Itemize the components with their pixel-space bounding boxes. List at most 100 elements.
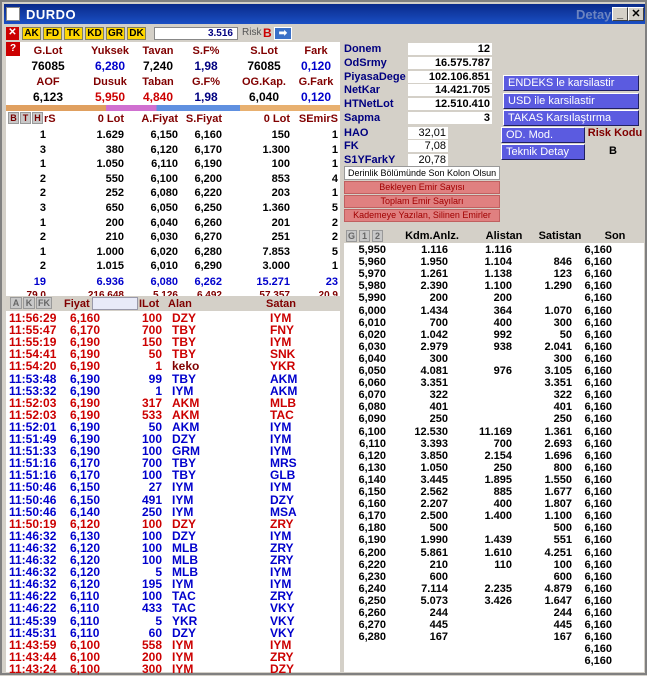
endeks-compare-button[interactable]: ENDEKS le karsilastir bbox=[503, 75, 639, 91]
analysis-cell: 2.500 bbox=[420, 510, 448, 523]
depth-cell: 1.015 bbox=[96, 260, 124, 273]
usd-compare-button[interactable]: USD ile karsilastir bbox=[503, 93, 639, 109]
analysis-cell: 1.400 bbox=[484, 510, 512, 523]
red-button-1[interactable]: Toplam Emir Sayıları bbox=[344, 195, 500, 208]
red-button-0[interactable]: Bekleyen Emir Sayısı bbox=[344, 181, 500, 194]
trades-tab-fk[interactable]: FK bbox=[36, 297, 52, 309]
window-title: DURDO bbox=[26, 7, 77, 22]
arrow-right-icon[interactable]: ➡ bbox=[274, 27, 292, 40]
analysis-cell: 6,010 bbox=[358, 316, 386, 329]
trade-row: 11:43:59 6,100 558 IYM IYM bbox=[6, 639, 340, 651]
trade-row: 11:54:20 6,190 1 keko YKR bbox=[6, 360, 340, 372]
depth-cell: 210 bbox=[105, 231, 124, 244]
tab-kd[interactable]: KD bbox=[85, 27, 104, 40]
tab-tk[interactable]: TK bbox=[64, 27, 83, 40]
close-icon[interactable]: ✕ bbox=[628, 7, 644, 21]
trade-lot: 27 bbox=[148, 480, 162, 495]
tab-ak[interactable]: AK bbox=[22, 27, 41, 40]
trade-buyer: AKM bbox=[172, 407, 200, 422]
analysis-cell: 250 bbox=[429, 413, 448, 426]
trade-price: 6,100 bbox=[70, 661, 101, 676]
analysis-cell: 6,160 bbox=[584, 498, 612, 511]
trade-lot: 250 bbox=[141, 504, 162, 519]
trade-row: 11:45:39 6,110 5 YKR VKY bbox=[6, 615, 340, 627]
analysis-cell: 445 bbox=[429, 619, 448, 632]
analysis-cell: 6,160 bbox=[584, 328, 612, 341]
analysis-cell: 2.154 bbox=[484, 449, 512, 462]
analysis-row: 5,970 1.261 1.138 123 6,160 bbox=[344, 268, 644, 280]
analysis-cell: 6,160 bbox=[584, 546, 612, 559]
analysis-cell: 1.116 bbox=[421, 244, 448, 256]
depth-tab-b[interactable]: B bbox=[8, 112, 19, 124]
minimize-icon[interactable]: _ bbox=[612, 7, 628, 21]
trades-panel: A K FK Fiyat ILot Alan Satan 11:56:29 6,160 100 DZ… bbox=[6, 296, 340, 676]
stat2-value: 32,01 bbox=[408, 127, 448, 139]
trade-seller: YKR bbox=[270, 359, 296, 374]
trade-time: 11:50:46 bbox=[9, 492, 57, 507]
trades-tab-a[interactable]: A bbox=[10, 297, 22, 309]
trade-lot: 1 bbox=[155, 383, 162, 398]
analysis-cell: 1.116 bbox=[485, 244, 512, 256]
analysis-row: 6,280 167 167 6,160 bbox=[344, 631, 644, 643]
tab-dk[interactable]: DK bbox=[127, 27, 146, 40]
title-bar[interactable]: DURDO Detay _ ✕ bbox=[4, 4, 645, 24]
analysis-row: 6,080 401 401 6,160 bbox=[344, 401, 644, 413]
depth-tab-t[interactable]: T bbox=[20, 112, 31, 124]
analysis-cell: 1.950 bbox=[420, 256, 448, 269]
depth-cell: 3 bbox=[39, 143, 46, 156]
toolbar: ✕ AK FD TK KD GR DK 3.516 Risk B ➡ bbox=[6, 26, 644, 41]
trades-tab-k[interactable]: K bbox=[23, 297, 35, 309]
trade-time: 11:50:46 bbox=[9, 504, 57, 519]
analysis-cell: 6,160 bbox=[584, 316, 612, 329]
depth-note[interactable]: Derinlik Bölümünde Son Kolon Olsun bbox=[344, 166, 500, 180]
teknik-detay-button[interactable]: Teknik Detay bbox=[501, 144, 585, 160]
red-button-2[interactable]: Kademeye Yazılan, Silinen Emirler bbox=[344, 209, 500, 222]
trade-price: 6,150 bbox=[70, 480, 101, 495]
trade-row: 11:50:19 6,120 100 DZY ZRY bbox=[6, 518, 340, 530]
od-mod-button[interactable]: OD. Mod. bbox=[501, 127, 585, 143]
depth-tab-h[interactable]: H bbox=[32, 112, 43, 124]
trade-seller: IYM bbox=[270, 480, 292, 495]
depth-cell: 1 bbox=[331, 158, 338, 171]
analysis-cell: 6,160 bbox=[584, 449, 612, 462]
analysis-tab-G[interactable]: G bbox=[346, 230, 357, 242]
analysis-cell: 6,190 bbox=[358, 534, 386, 547]
tab-gr[interactable]: GR bbox=[106, 27, 125, 40]
analysis-header-1: Alistan bbox=[485, 230, 523, 242]
depth-panel: B T HrS 0 Lot A.Fiyat S.Fiyat 0 Lot SEmirS 1 1.62… bbox=[6, 111, 340, 301]
stat-label: PiyasaDege bbox=[344, 70, 406, 83]
tab-fd[interactable]: FD bbox=[43, 27, 62, 40]
trade-seller: MSA bbox=[270, 504, 297, 519]
trade-lot: 5 bbox=[155, 613, 162, 628]
risk-kodu-value: B bbox=[587, 144, 639, 160]
analysis-row: 6,190 1.990 1.439 551 6,160 bbox=[344, 534, 644, 546]
analysis-cell: 6,160 bbox=[584, 256, 612, 269]
analysis-cell: 200 bbox=[429, 292, 448, 305]
trade-buyer: IYM bbox=[172, 661, 194, 676]
analysis-cell: 6,160 bbox=[584, 655, 612, 668]
analysis-tab-1[interactable]: 1 bbox=[359, 230, 370, 242]
analysis-cell: 244 bbox=[429, 607, 448, 619]
analysis-cell: 6,200 bbox=[358, 546, 386, 559]
close-x-icon[interactable]: ✕ bbox=[6, 27, 19, 40]
analysis-row: 6,200 5.861 1.610 4.251 6,160 bbox=[344, 547, 644, 559]
analysis-cell: 2.207 bbox=[420, 498, 448, 511]
analysis-cell: 6,160 bbox=[584, 340, 612, 353]
analysis-cell: 1.895 bbox=[484, 473, 512, 486]
analysis-tab-2[interactable]: 2 bbox=[372, 230, 383, 242]
risk-kodu-label: Risk Kodu bbox=[587, 126, 643, 142]
trade-lot: 1 bbox=[155, 359, 162, 374]
analysis-cell: 6,160 bbox=[584, 643, 612, 656]
depth-cell: 3 bbox=[39, 202, 46, 214]
trade-buyer: IYM bbox=[172, 492, 194, 507]
trade-lot: 300 bbox=[141, 661, 162, 676]
trade-price: 6,190 bbox=[70, 383, 101, 398]
trade-time: 11:53:48 bbox=[9, 371, 57, 386]
analysis-row: 6,000 1.434 364 1.070 6,160 bbox=[344, 305, 644, 317]
depth-cell: 1.050 bbox=[96, 158, 124, 171]
trade-buyer: DZY bbox=[172, 516, 196, 531]
takas-compare-button[interactable]: TAKAS Karsılaştırma bbox=[503, 110, 639, 126]
trades-filter-field[interactable] bbox=[92, 297, 138, 310]
analysis-cell: 200 bbox=[493, 292, 512, 305]
analysis-header: G 1 2 Kdm.Anlz. Alistan Satistan Son bbox=[344, 228, 644, 243]
